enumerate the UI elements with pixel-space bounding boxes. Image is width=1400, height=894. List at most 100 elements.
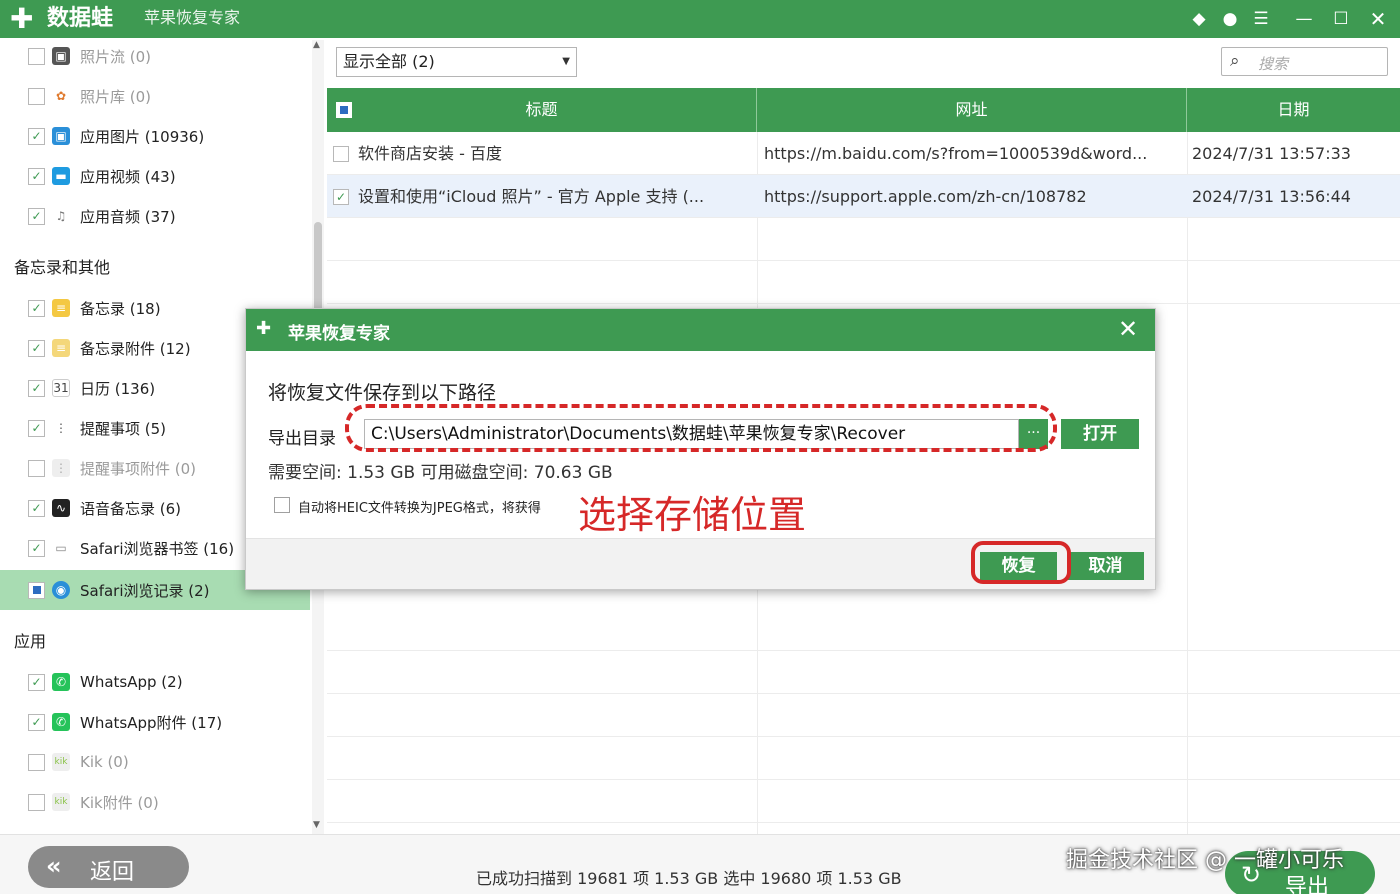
maximize-icon[interactable]: ☐ [1328,6,1354,32]
select-all-checkbox[interactable] [336,102,352,118]
checkbox[interactable] [28,581,45,599]
photo-library-icon: ✿ [52,87,70,105]
chat-icon[interactable]: ● [1217,6,1243,32]
cancel-button[interactable]: 取消 [1067,552,1144,580]
whatsapp-icon: ✆ [52,673,70,691]
logo-cross-icon: ✚ [10,2,34,35]
sidebar-item-app-audio[interactable]: ✓ ♫ 应用音频 (37) [0,196,310,236]
filter-value: 显示全部 (2) [343,52,435,71]
music-note-icon: ♫ [52,207,70,225]
sidebar-item-label: 照片流 (0) [80,47,152,66]
checkbox[interactable] [28,793,45,811]
sidebar-item-label: 备忘录 (18) [80,299,161,318]
dialog-close-icon[interactable]: ✕ [1118,315,1138,343]
sidebar-item-label: 应用图片 (10936) [80,127,205,146]
empty-row [327,737,1400,780]
sidebar-item-app-videos[interactable]: ✓ ▬ 应用视频 (43) [0,156,310,196]
checkbox[interactable] [28,459,45,477]
row-url: https://support.apple.com/zh-cn/108782 [764,187,1087,206]
reminder-attachments-icon: ⋮ [52,459,70,477]
sidebar-item-whatsapp[interactable]: ✓ ✆ WhatsApp (2) [0,662,310,702]
notes-icon: ≡ [52,299,70,317]
photo-stream-icon: ▣ [52,47,70,65]
dialog-title-bar: ✚ 苹果恢复专家 ✕ [246,309,1155,351]
sidebar-item-label: 照片库 (0) [80,87,152,106]
sidebar-item-label: Kik (0) [80,753,129,771]
sidebar-item-photo-library[interactable]: ✿ 照片库 (0) [0,76,310,116]
checkbox[interactable]: ✓ [28,379,45,397]
row-date: 2024/7/31 13:56:44 [1192,187,1351,206]
row-date: 2024/7/31 13:57:33 [1192,144,1351,163]
reminders-icon: ⋮ [52,419,70,437]
sidebar-item-kik[interactable]: kik Kik (0) [0,742,310,782]
table-header: 标题 网址 日期 [327,88,1400,132]
section-notes-and-others: 备忘录和其他 [14,258,111,277]
scroll-up-icon[interactable]: ▲ [313,40,320,50]
minimize-icon[interactable]: — [1291,6,1317,32]
sidebar-item-kik-attachments[interactable]: kik Kik附件 (0) [0,782,310,822]
scroll-down-icon[interactable]: ▼ [313,820,320,830]
bookmark-icon: ▭ [52,539,70,557]
back-button[interactable]: « 返回 [28,846,189,888]
heic-convert-checkbox[interactable] [274,497,290,513]
sidebar-item-app-photos[interactable]: ✓ ▣ 应用图片 (10936) [0,116,310,156]
title-bar: ✚ 数据蛙 苹果恢复专家 ◆ ● ☰ — ☐ ✕ [0,0,1400,38]
filter-dropdown[interactable]: 显示全部 (2) ▼ [336,47,577,77]
column-header-label: 标题 [525,100,558,119]
row-url: https://m.baidu.com/s?from=1000539d&word… [764,144,1148,163]
row-checkbox[interactable]: ✓ [333,189,349,205]
checkbox[interactable]: ✓ [28,167,45,185]
kik-attachments-icon: kik [52,793,70,811]
open-button[interactable]: 打开 [1061,419,1139,449]
close-icon[interactable]: ✕ [1365,6,1391,32]
search-input[interactable]: ⌕ 搜索 [1221,47,1388,76]
checkbox[interactable] [28,87,45,105]
app-photos-icon: ▣ [52,127,70,145]
sidebar-item-whatsapp-attachments[interactable]: ✓ ✆ WhatsApp附件 (17) [0,702,310,742]
checkbox[interactable]: ✓ [28,713,45,731]
checkbox[interactable]: ✓ [28,207,45,225]
app-videos-icon: ▬ [52,167,70,185]
sidebar-item-label: 提醒事项附件 (0) [80,459,197,478]
column-header-url[interactable]: 网址 [757,88,1187,132]
sidebar-item-photo-stream[interactable]: ▣ 照片流 (0) [0,38,310,76]
sidebar-item-label: Safari浏览记录 (2) [80,581,210,600]
annotation-text: 选择存储位置 [578,493,807,537]
app-title: 苹果恢复专家 [144,8,241,27]
checkbox[interactable]: ✓ [28,499,45,517]
kik-icon: kik [52,753,70,771]
sidebar-item-label: 提醒事项 (5) [80,419,167,438]
app-logo: 数据蛙 [47,6,114,31]
checkbox[interactable]: ✓ [28,339,45,357]
section-apps: 应用 [14,632,47,651]
sidebar-item-label: Kik附件 (0) [80,793,159,812]
row-checkbox[interactable] [333,146,349,162]
dialog-heading: 将恢复文件保存到以下路径 [268,382,497,404]
diamond-icon[interactable]: ◆ [1186,6,1212,32]
table-row[interactable]: 软件商店安装 - 百度 https://m.baidu.com/s?from=1… [327,132,1400,175]
checkbox[interactable]: ✓ [28,127,45,145]
checkbox[interactable] [28,47,45,65]
checkbox[interactable] [28,753,45,771]
sidebar-item-label: 日历 (136) [80,379,156,398]
column-header-date[interactable]: 日期 [1187,88,1400,132]
sidebar-scroll-thumb[interactable] [314,222,322,312]
annotation-restore-highlight [971,541,1071,584]
row-title: 设置和使用“iCloud 照片” - 官方 Apple 支持 (... [358,187,705,206]
sidebar-item-label: 应用音频 (37) [80,207,176,226]
sidebar-item-label: 应用视频 (43) [80,167,176,186]
checkbox[interactable]: ✓ [28,419,45,437]
sidebar-item-label: 备忘录附件 (12) [80,339,191,358]
column-header-label: 日期 [1277,100,1310,119]
checkbox[interactable]: ✓ [28,673,45,691]
note-attachments-icon: ≡ [52,339,70,357]
empty-row [327,218,1400,261]
column-header-title[interactable]: 标题 [327,88,757,132]
checkbox[interactable]: ✓ [28,299,45,317]
sidebar-item-label: WhatsApp附件 (17) [80,713,223,732]
menu-icon[interactable]: ☰ [1248,6,1274,32]
checkbox[interactable]: ✓ [28,539,45,557]
chevron-down-icon: ▼ [562,56,570,67]
heic-convert-label: 自动将HEIC文件转换为JPEG格式，将获得 [298,501,541,516]
table-row[interactable]: ✓ 设置和使用“iCloud 照片” - 官方 Apple 支持 (... ht… [327,175,1400,218]
